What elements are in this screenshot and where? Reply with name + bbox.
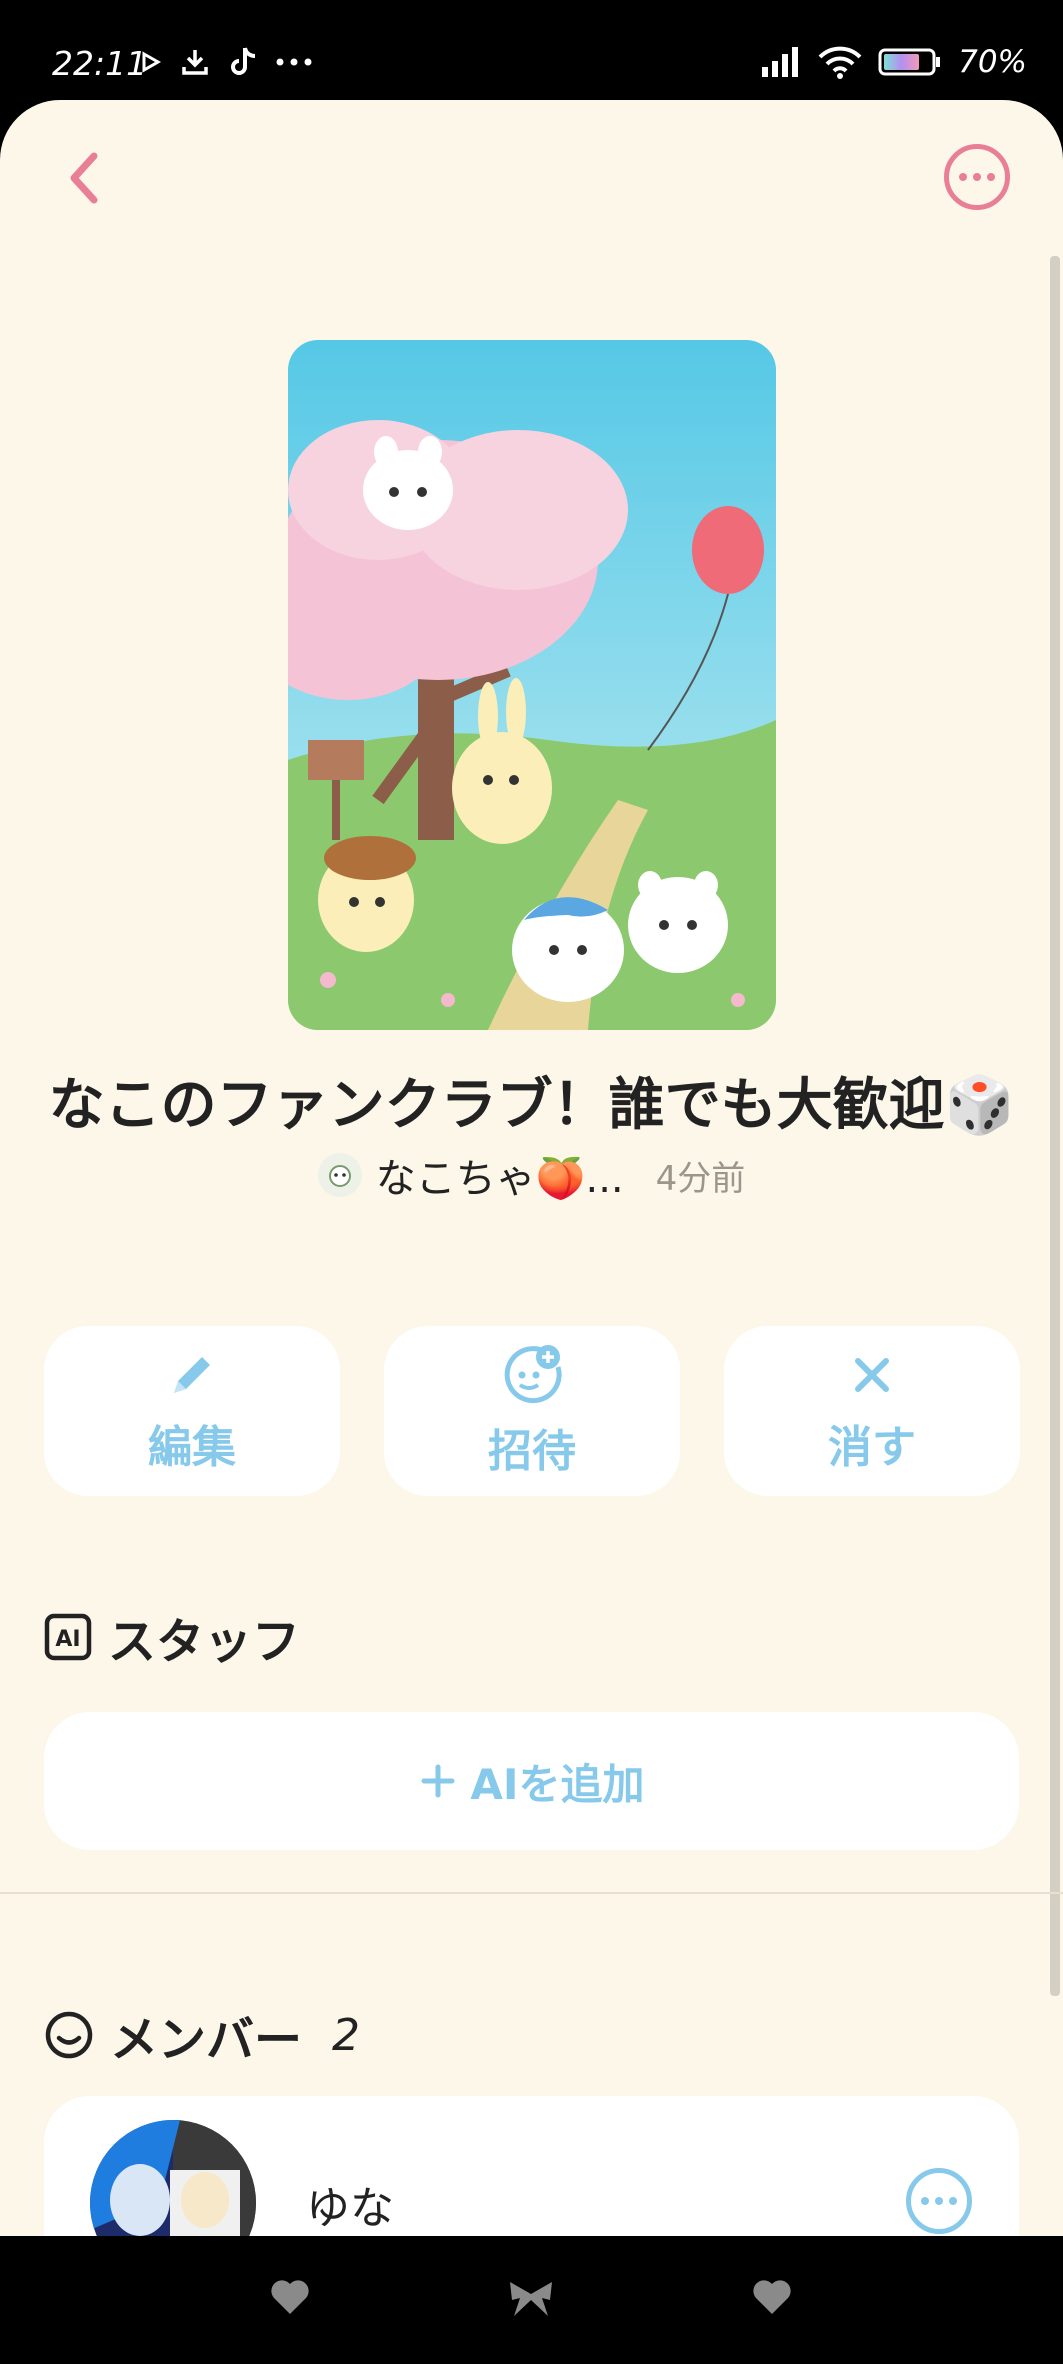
author-row[interactable]: なこちゃ🍑... 4分前	[0, 1146, 1063, 1204]
member-more-button[interactable]	[906, 2168, 972, 2234]
tiktok-icon	[231, 47, 256, 75]
pencil-icon	[174, 1357, 210, 1393]
signal-icon	[762, 47, 799, 77]
author-name[interactable]: なこちゃ🍑...	[376, 1146, 624, 1204]
members-title: メンバー	[110, 2012, 303, 2068]
staff-title: スタッフ	[108, 1614, 301, 1670]
invite-label: 招待	[488, 1426, 576, 1477]
ribbon-icon[interactable]	[506, 2278, 556, 2318]
battery-icon	[878, 48, 941, 76]
more-horizontal-icon	[921, 2197, 929, 2205]
members-count: 2	[332, 2009, 361, 2061]
status-time: 22:11	[52, 44, 148, 83]
status-bar: 22:11 70%	[0, 0, 1063, 100]
group-cover-image	[288, 340, 776, 1030]
invite-face-icon	[504, 1345, 562, 1404]
member-name[interactable]: ゆな	[306, 2172, 394, 2236]
invite-button[interactable]: 招待	[384, 1326, 680, 1496]
avatar-character-icon	[328, 1165, 351, 1187]
close-icon	[855, 1358, 889, 1392]
system-nav-bar	[0, 2236, 1063, 2364]
more-options-button[interactable]	[944, 144, 1010, 210]
plus-icon	[421, 1764, 455, 1798]
delete-button[interactable]: 消す	[724, 1326, 1020, 1496]
more-horizontal-icon	[959, 173, 967, 181]
add-ai-label: AIを追加	[470, 1759, 645, 1809]
smile-icon	[45, 2011, 93, 2059]
chevron-left-icon	[70, 152, 98, 204]
group-detail-screen: なこのファンクラブ！誰でも大歓迎🎲 なこちゃ🍑... 4分前 編集 招待 消す …	[0, 100, 1063, 2236]
wifi-icon	[818, 46, 862, 79]
svg-text:AI: AI	[55, 1627, 80, 1652]
status-notification-icons	[140, 46, 312, 78]
add-ai-button[interactable]: AIを追加	[44, 1712, 1019, 1850]
more-dots-icon	[276, 58, 312, 66]
edit-label: 編集	[148, 1422, 236, 1473]
ai-badge-icon: AI	[44, 1613, 92, 1661]
member-list-item[interactable]: ゆな	[44, 2096, 1019, 2236]
post-time: 4分前	[655, 1158, 746, 1199]
edit-button[interactable]: 編集	[44, 1326, 340, 1496]
author-avatar[interactable]	[317, 1153, 362, 1197]
staff-section-header: AI スタッフ	[44, 1602, 300, 1672]
download-icon	[182, 50, 208, 75]
play-icon	[142, 51, 162, 73]
back-button[interactable]	[60, 148, 110, 208]
group-title: なこのファンクラブ！誰でも大歓迎🎲	[48, 1073, 1015, 1138]
heart-icon[interactable]	[270, 2278, 310, 2316]
members-section-header: メンバー 2	[44, 2000, 360, 2070]
delete-label: 消す	[828, 1422, 916, 1473]
member-avatar[interactable]	[90, 2120, 256, 2236]
battery-percent: 70%	[958, 44, 1027, 80]
section-divider	[0, 1892, 1063, 1894]
heart-icon[interactable]	[752, 2278, 792, 2316]
status-system-icons: 70%	[762, 44, 1027, 80]
